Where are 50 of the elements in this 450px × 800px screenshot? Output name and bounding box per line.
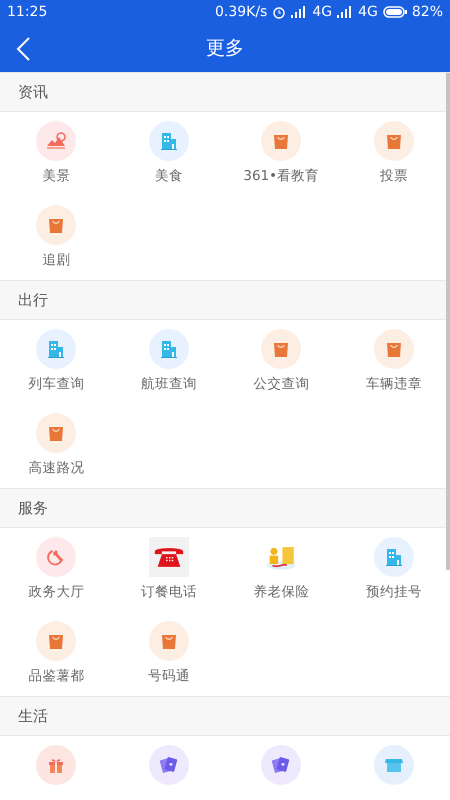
scrollbar[interactable]: [446, 73, 450, 570]
section-title: 生活: [18, 706, 48, 726]
signal-icon: [337, 6, 354, 18]
page-title: 更多: [206, 36, 244, 61]
shortcut-tile[interactable]: [374, 329, 414, 369]
shortcut-tile[interactable]: [36, 329, 76, 369]
shortcut-label[interactable]: 航班查询: [140, 375, 197, 393]
shortcut-tile[interactable]: [148, 121, 189, 161]
shortcut-label[interactable]: 车辆违章: [366, 375, 422, 393]
section-title: 资讯: [18, 82, 48, 102]
shortcut-tile[interactable]: [36, 205, 76, 245]
shortcut-tile[interactable]: [36, 745, 76, 785]
shortcut-label[interactable]: 投票: [380, 167, 408, 185]
shortcut-tile[interactable]: [374, 745, 414, 785]
shortcut-tile[interactable]: [261, 329, 302, 369]
section-title: 服务: [18, 498, 48, 518]
shortcut-tile[interactable]: [36, 621, 76, 661]
shortcut-tile[interactable]: [148, 537, 189, 577]
network-type: 4G: [312, 4, 332, 20]
shortcut-label[interactable]: 追剧: [42, 251, 70, 269]
shortcut-tile[interactable]: [36, 537, 76, 577]
shortcut-tile[interactable]: [374, 121, 414, 161]
shortcut-tile[interactable]: [36, 121, 76, 161]
shortcut-label[interactable]: 养老保险: [253, 583, 310, 601]
shortcut-label[interactable]: 号码通: [148, 667, 190, 685]
alarm-icon: [272, 5, 286, 19]
shortcut-tile[interactable]: [148, 621, 189, 661]
shortcut-tile[interactable]: [261, 745, 302, 785]
shortcut-tile[interactable]: [148, 745, 189, 785]
shortcut-label[interactable]: 高速路况: [28, 459, 84, 477]
shortcut-tile[interactable]: [148, 329, 189, 369]
signal-icon: [291, 6, 308, 18]
battery-level: 82%: [412, 4, 443, 20]
shortcut-label[interactable]: 美食: [154, 167, 183, 185]
clock-time: 11:25: [7, 4, 48, 20]
shortcut-label[interactable]: 列车查询: [28, 375, 84, 393]
network-type: 4G: [358, 4, 378, 20]
battery-icon: [382, 6, 407, 18]
network-speed: 0.39K/s: [214, 4, 268, 20]
shortcut-label[interactable]: 预约挂号: [366, 583, 422, 601]
section-title: 出行: [18, 290, 48, 310]
shortcut-tile[interactable]: [374, 537, 414, 577]
shortcut-label[interactable]: 政务大厅: [28, 583, 84, 601]
shortcut-label[interactable]: 品鉴薯都: [28, 667, 84, 685]
shortcut-label[interactable]: 美景: [42, 167, 70, 185]
shortcut-tile[interactable]: [36, 413, 76, 453]
shortcut-label[interactable]: 订餐电话: [140, 583, 197, 601]
shortcut-label[interactable]: 公交查询: [253, 375, 310, 393]
shortcut-label[interactable]: 361•看教育: [243, 167, 320, 185]
shortcut-tile[interactable]: [261, 121, 302, 161]
